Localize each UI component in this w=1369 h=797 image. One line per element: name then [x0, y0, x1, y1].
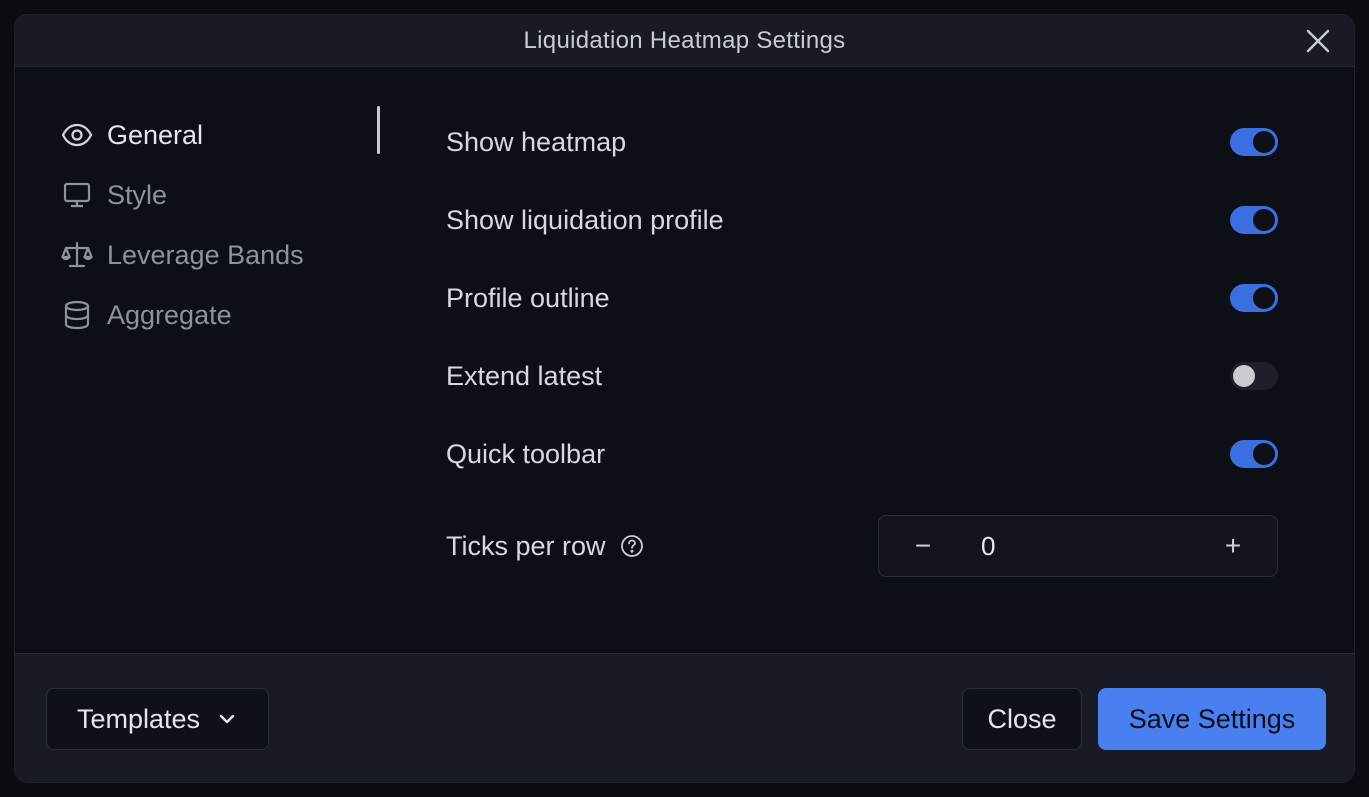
dialog-title: Liquidation Heatmap Settings	[523, 26, 846, 54]
setting-label: Show liquidation profile	[446, 204, 724, 235]
setting-row-show-liquidation-profile: Show liquidation profile	[446, 181, 1278, 259]
decrement-button[interactable]: −	[893, 516, 953, 576]
sidebar-item-general[interactable]: General	[61, 105, 381, 165]
toggle-knob	[1253, 131, 1275, 153]
toggle-knob	[1253, 287, 1275, 309]
setting-label: Ticks per row	[446, 530, 606, 561]
save-settings-button[interactable]: Save Settings	[1098, 688, 1326, 750]
setting-label: Show heatmap	[446, 126, 627, 157]
show-heatmap-toggle[interactable]	[1230, 128, 1278, 156]
setting-row-quick-toolbar: Quick toolbar	[446, 415, 1278, 493]
show-liquidation-profile-toggle[interactable]	[1230, 206, 1278, 234]
sidebar-item-leverage-bands[interactable]: Leverage Bands	[61, 225, 381, 285]
ticks-per-row-input[interactable]: 0	[953, 531, 1203, 562]
setting-label: Extend latest	[446, 360, 603, 391]
setting-row-extend-latest: Extend latest	[446, 337, 1278, 415]
profile-outline-toggle[interactable]	[1230, 284, 1278, 312]
dialog-titlebar: Liquidation Heatmap Settings	[15, 15, 1354, 67]
ticks-label-group: Ticks per row	[446, 531, 644, 562]
sidebar-item-label: Style	[107, 179, 168, 210]
toggle-knob	[1253, 443, 1275, 465]
settings-content: Show heatmap Show liquidation profile Pr…	[446, 103, 1278, 599]
toggle-knob	[1253, 209, 1275, 231]
templates-dropdown[interactable]: Templates	[46, 688, 269, 750]
extend-latest-toggle[interactable]	[1230, 362, 1278, 390]
help-icon[interactable]	[620, 534, 644, 558]
monitor-icon	[61, 179, 93, 211]
toggle-knob	[1233, 365, 1255, 387]
close-icon[interactable]	[1304, 27, 1332, 55]
setting-label: Profile outline	[446, 282, 610, 313]
settings-sidebar: General Style Leverage Bands Aggregate	[61, 105, 381, 345]
quick-toolbar-toggle[interactable]	[1230, 440, 1278, 468]
dialog-footer: Templates Close Save Settings	[15, 653, 1354, 782]
setting-row-ticks-per-row: Ticks per row − 0 +	[446, 493, 1278, 599]
sidebar-item-label: General	[107, 119, 204, 150]
close-button[interactable]: Close	[962, 688, 1082, 750]
setting-row-show-heatmap: Show heatmap	[446, 103, 1278, 181]
chevron-down-icon	[216, 708, 238, 730]
sidebar-item-aggregate[interactable]: Aggregate	[61, 285, 381, 345]
setting-label: Quick toolbar	[446, 438, 606, 469]
eye-icon	[61, 119, 93, 151]
sidebar-item-label: Aggregate	[107, 299, 232, 330]
settings-dialog: Liquidation Heatmap Settings General Sty…	[14, 14, 1355, 783]
scale-icon	[61, 239, 93, 271]
sidebar-item-style[interactable]: Style	[61, 165, 381, 225]
templates-label: Templates	[76, 703, 201, 734]
increment-button[interactable]: +	[1203, 516, 1263, 576]
sidebar-item-label: Leverage Bands	[107, 239, 304, 270]
database-icon	[61, 299, 93, 331]
active-tab-indicator	[377, 106, 380, 154]
setting-row-profile-outline: Profile outline	[446, 259, 1278, 337]
ticks-per-row-stepper: − 0 +	[878, 515, 1278, 577]
